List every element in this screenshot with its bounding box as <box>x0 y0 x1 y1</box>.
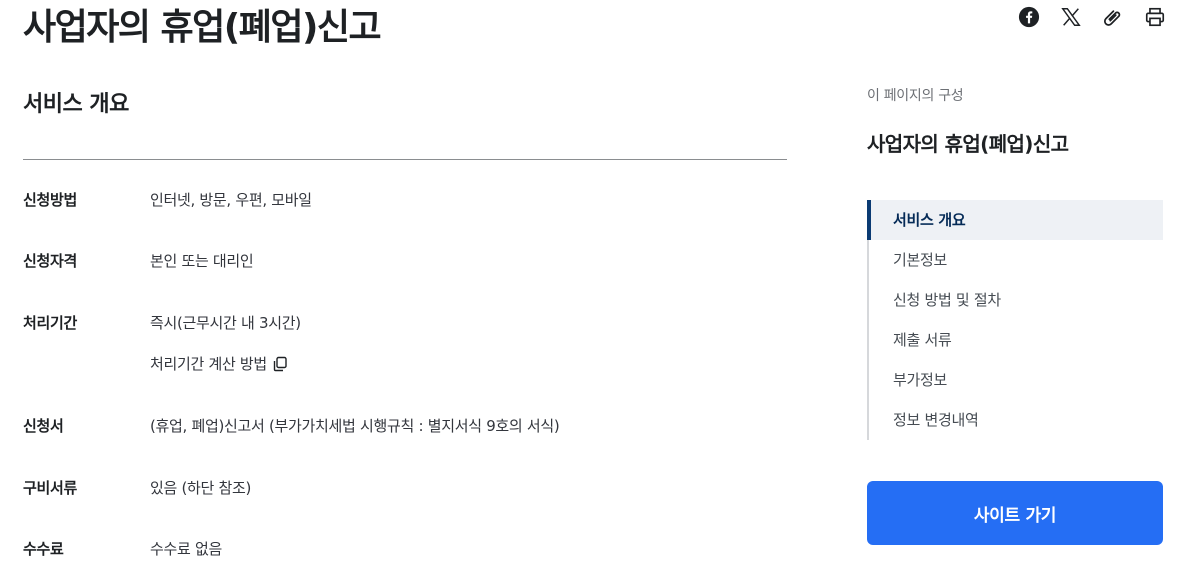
info-value: 수수료 없음 <box>150 540 222 558</box>
paperclip-icon[interactable] <box>1102 6 1124 28</box>
page: 사업자의 휴업(폐업)신고 서비스 개요 신청방법 인터넷, 방문, 우편, 모… <box>0 0 1181 566</box>
toc-caption: 이 페이지의 구성 <box>867 88 964 104</box>
facebook-icon[interactable] <box>1018 6 1040 28</box>
page-title: 사업자의 휴업(폐업)신고 <box>23 7 382 48</box>
info-value: 인터넷, 방문, 우편, 모바일 <box>150 191 312 209</box>
printer-icon[interactable] <box>1144 6 1166 28</box>
info-label: 처리기간 <box>23 314 78 332</box>
info-label: 신청방법 <box>23 191 78 209</box>
x-twitter-icon[interactable] <box>1060 6 1082 28</box>
toc-item-change-history[interactable]: 정보 변경내역 <box>869 400 1163 440</box>
info-label: 수수료 <box>23 540 64 558</box>
toc-item-basic-info[interactable]: 기본정보 <box>869 240 1163 280</box>
toc-item-documents[interactable]: 제출 서류 <box>869 320 1163 360</box>
info-label: 신청자격 <box>23 252 78 270</box>
toc-nav: 서비스 개요 기본정보 신청 방법 및 절차 제출 서류 부가정보 정보 변경내… <box>867 200 1163 440</box>
toc-item-service-overview[interactable]: 서비스 개요 <box>867 200 1163 240</box>
toc-item-application-method[interactable]: 신청 방법 및 절차 <box>869 280 1163 320</box>
info-value: (휴업, 폐업)신고서 (부가가치세법 시행규칙 : 별지서식 9호의 서식) <box>150 417 560 435</box>
processing-time-calc-label: 처리기간 계산 방법 <box>150 355 267 373</box>
info-label: 신청서 <box>23 417 64 435</box>
go-to-site-button[interactable]: 사이트 가기 <box>867 481 1163 545</box>
info-label: 구비서류 <box>23 479 78 497</box>
section-divider <box>23 159 787 160</box>
info-value: 본인 또는 대리인 <box>150 252 254 270</box>
info-value: 즉시(근무시간 내 3시간) <box>150 314 301 332</box>
toc-item-additional-info[interactable]: 부가정보 <box>869 360 1163 400</box>
toc-title: 사업자의 휴업(폐업)신고 <box>867 132 1069 156</box>
copy-icon <box>272 356 288 372</box>
section-title-overview: 서비스 개요 <box>23 92 129 117</box>
share-toolbar <box>1018 6 1166 28</box>
info-value: 있음 (하단 참조) <box>150 479 252 497</box>
processing-time-calc-link[interactable]: 처리기간 계산 방법 <box>150 353 288 374</box>
